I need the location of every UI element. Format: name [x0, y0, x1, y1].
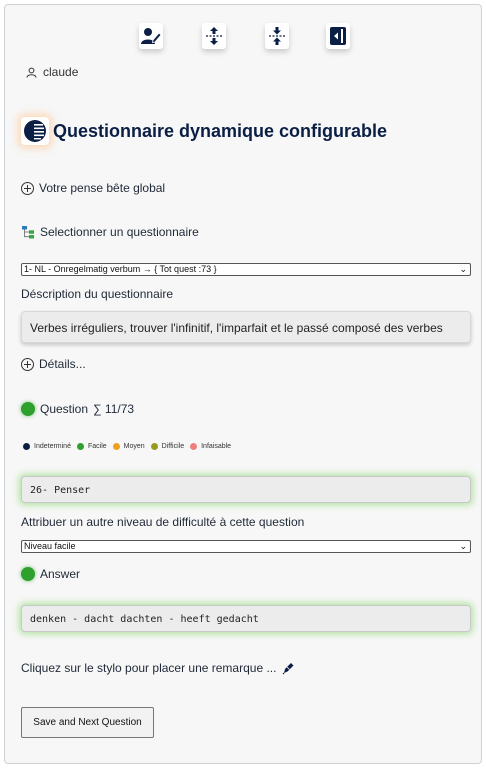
user-name: claude: [43, 65, 79, 79]
page-header: Questionnaire dynamique configurable: [21, 117, 387, 145]
legend-dot: [23, 443, 30, 450]
legend-label: Difficile: [161, 443, 185, 450]
questionnaire-select-heading: Selectionner un questionnaire: [21, 225, 199, 239]
chevron-down-icon: ⌄: [459, 541, 467, 551]
global-memo-toggle[interactable]: Votre pense bête global: [21, 181, 165, 195]
difficulty-heading: Attribuer un autre niveau de difficulté …: [21, 515, 304, 529]
chevron-down-icon: ⌄: [459, 264, 467, 274]
answer-text: denken - dacht dachten - heeft gedacht: [30, 614, 259, 625]
question-text: 26- Penser: [30, 485, 91, 496]
legend-label: Infaisable: [201, 443, 232, 450]
app-frame: claude Questionnaire dynamique configura…: [4, 4, 482, 764]
plus-circle-icon: [21, 181, 34, 195]
save-next-button[interactable]: Save and Next Question: [21, 707, 154, 738]
app-logo-icon: [21, 117, 49, 145]
pen-icon[interactable]: [281, 661, 295, 675]
questionnaire-select[interactable]: 1- NL - Onregelmatig verbum → { Tot ques…: [21, 263, 471, 276]
details-label: Détails...: [39, 357, 86, 371]
question-label: Question: [40, 402, 89, 416]
tree-structure-icon: [22, 226, 34, 239]
legend-dot: [76, 443, 84, 450]
global-memo-label: Votre pense bête global: [39, 181, 166, 195]
status-dot-icon: [21, 402, 35, 416]
description-text: Verbes irréguliers, trouver l'infinitif,…: [30, 321, 443, 335]
plus-circle-icon: [21, 357, 34, 371]
answer-heading: Answer: [21, 567, 80, 581]
legend-label: Facile: [87, 443, 107, 450]
description-box: Verbes irréguliers, trouver l'infinitif,…: [21, 311, 471, 343]
difficulty-select[interactable]: Niveau facile ⌄: [21, 540, 471, 553]
question-box: 26- Penser: [21, 476, 471, 503]
answer-label: Answer: [40, 567, 81, 581]
user-info: claude: [26, 65, 78, 79]
legend-dot: [150, 443, 158, 450]
question-progress: ∑ 11/73: [93, 402, 135, 416]
legend-dot: [112, 443, 120, 450]
collapse-vertical-icon[interactable]: [265, 23, 289, 49]
sidebar-toggle-icon[interactable]: [326, 23, 350, 49]
difficulty-label: Attribuer un autre niveau de difficulté …: [21, 515, 305, 529]
details-toggle[interactable]: Détails...: [21, 357, 86, 371]
user-edit-icon[interactable]: [139, 23, 163, 49]
status-dot-icon: [21, 567, 35, 581]
legend-label: Indeterminé: [34, 443, 71, 450]
remark-row: Cliquez sur le stylo pour placer une rem…: [21, 661, 295, 675]
answer-box: denken - dacht dachten - heeft gedacht: [21, 605, 471, 632]
questionnaire-select-value: 1- NL - Onregelmatig verbum → { Tot ques…: [24, 264, 217, 274]
toolbar: [5, 5, 481, 55]
page-title: Questionnaire dynamique configurable: [53, 120, 388, 141]
difficulty-legend: Indeterminé Facile Moyen Difficile Infai…: [21, 443, 231, 450]
remark-label: Cliquez sur le stylo pour placer une rem…: [21, 661, 277, 675]
expand-vertical-icon[interactable]: [202, 23, 226, 49]
legend-label: Moyen: [123, 443, 145, 450]
question-heading: Question ∑ 11/73: [21, 402, 134, 416]
difficulty-select-value: Niveau facile: [24, 541, 76, 551]
questionnaire-select-label: Selectionner un questionnaire: [40, 225, 199, 239]
description-label: Déscription du questionnaire: [21, 287, 174, 301]
user-icon: [26, 67, 37, 78]
description-heading: Déscription du questionnaire: [21, 287, 173, 301]
legend-dot: [190, 443, 198, 450]
